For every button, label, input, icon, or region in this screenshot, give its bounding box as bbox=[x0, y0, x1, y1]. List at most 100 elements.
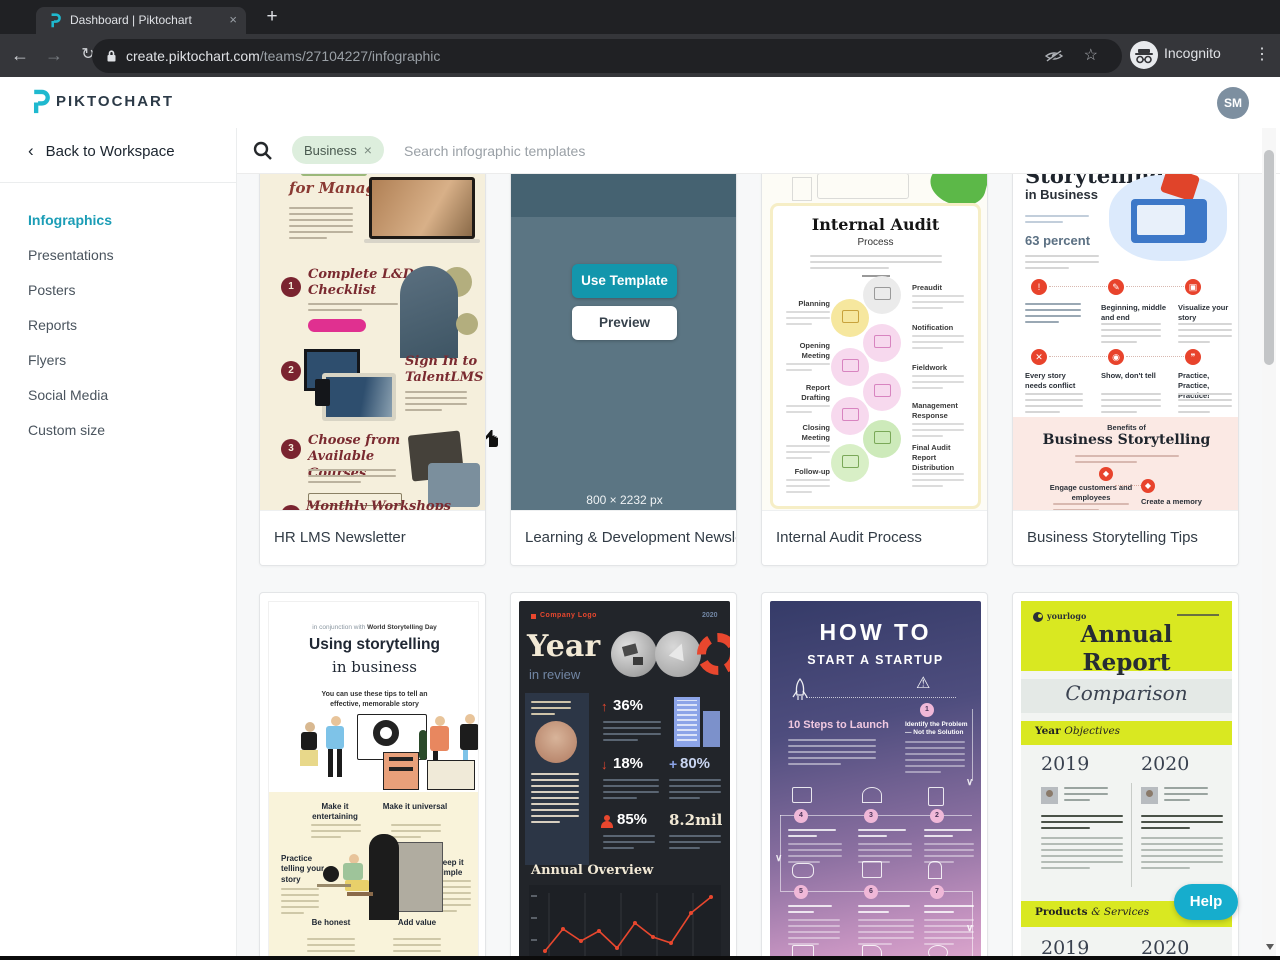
back-to-workspace-link[interactable]: ‹ Back to Workspace bbox=[28, 141, 175, 161]
browser-tab[interactable]: Dashboard | Piktochart × bbox=[36, 7, 246, 34]
sidebar-item-infographics[interactable]: Infographics bbox=[28, 212, 112, 228]
browser-menu-icon[interactable]: ⋮ bbox=[1250, 42, 1274, 68]
step-title-lines bbox=[924, 905, 974, 917]
step-title-lines bbox=[924, 829, 972, 841]
brand-wordmark[interactable]: PIKTOCHART bbox=[56, 93, 174, 110]
section-band-label: Products & Services bbox=[1035, 906, 1149, 918]
text-lines bbox=[912, 473, 964, 491]
bookmark-star-icon[interactable]: ☆ bbox=[1084, 45, 1098, 65]
template-card-learning-development[interactable]: Use Template Preview 800 × 2232 px Learn… bbox=[510, 174, 737, 566]
process-label: Notification bbox=[912, 323, 954, 332]
text-lines bbox=[912, 335, 964, 353]
template-card-storytelling-tips[interactable]: Storytelling in Business 63 percent ! ✎ … bbox=[1012, 174, 1239, 566]
tab-close-icon[interactable]: × bbox=[229, 7, 237, 34]
sidebar-item-flyers[interactable]: Flyers bbox=[28, 352, 66, 368]
template-card-using-storytelling[interactable]: in conjunction with World Storytelling D… bbox=[259, 592, 486, 957]
segmented-ring bbox=[697, 633, 730, 675]
search-input[interactable] bbox=[402, 134, 966, 168]
person-head bbox=[331, 716, 341, 726]
text-lines bbox=[603, 835, 655, 853]
text-lines bbox=[1101, 323, 1161, 347]
step-icon bbox=[928, 787, 944, 806]
scrollbar-thumb[interactable] bbox=[1264, 150, 1274, 365]
year-heading: 2020 bbox=[1141, 937, 1190, 957]
use-template-button[interactable]: Use Template bbox=[572, 264, 677, 298]
sketch-decor bbox=[792, 177, 812, 201]
benefit-title: Create a memory bbox=[1141, 497, 1202, 506]
step-circle: 3 bbox=[864, 809, 878, 823]
dotted-connector bbox=[1049, 356, 1107, 357]
person-head bbox=[465, 714, 475, 724]
text-lines bbox=[786, 363, 830, 375]
piktochart-logo-icon[interactable] bbox=[28, 89, 52, 121]
text-lines bbox=[289, 207, 353, 243]
process-circle-pink bbox=[831, 397, 869, 435]
sidebar-item-presentations[interactable]: Presentations bbox=[28, 247, 114, 263]
process-label: Closing Meeting bbox=[801, 423, 830, 442]
arch-photo bbox=[400, 266, 458, 358]
help-button[interactable]: Help bbox=[1174, 884, 1238, 920]
cabinet bbox=[383, 752, 419, 790]
stat-value: 80% bbox=[680, 755, 711, 772]
person-body bbox=[326, 726, 344, 749]
scrollbar-down-arrow[interactable] bbox=[1266, 944, 1274, 950]
company-logo-text: Company Logo bbox=[540, 612, 597, 619]
column-divider bbox=[1131, 783, 1132, 887]
process-label: Follow-up bbox=[794, 467, 830, 476]
text-lines bbox=[1101, 393, 1161, 417]
preview-button[interactable]: Preview bbox=[572, 306, 677, 340]
stat-value: 8.2mil bbox=[669, 811, 723, 829]
text-lines bbox=[405, 391, 467, 415]
process-label: Preaudit bbox=[912, 283, 943, 292]
year-heading: 2019 bbox=[1041, 753, 1090, 775]
text-lines bbox=[810, 255, 942, 273]
template-card-hr-lms[interactable]: for Managers 1 Complete L&D Checklist 2 bbox=[259, 174, 486, 566]
portrait-photo bbox=[535, 721, 577, 763]
text-lines bbox=[1164, 787, 1208, 805]
dotted-connector bbox=[1126, 356, 1184, 357]
sidebar-item-social-media[interactable]: Social Media bbox=[28, 387, 108, 403]
process-label: Opening Meeting bbox=[799, 341, 830, 360]
dotted-connector bbox=[1126, 286, 1184, 287]
reading-mode-hidden-icon[interactable] bbox=[1044, 49, 1064, 68]
text-lines bbox=[281, 888, 319, 918]
sidebar-item-reports[interactable]: Reports bbox=[28, 317, 77, 333]
back-icon[interactable]: ← bbox=[8, 42, 32, 68]
text-lines bbox=[1025, 255, 1099, 273]
template-card-year-in-review[interactable]: Company Logo 2020 Year in review ↑ 36% ↓ bbox=[510, 592, 737, 957]
sidebar-item-custom-size[interactable]: Custom size bbox=[28, 422, 105, 438]
template-card-internal-audit[interactable]: Internal Audit Process Planning Opening … bbox=[761, 174, 988, 566]
process-label: Planning bbox=[798, 299, 830, 308]
mouse-cursor bbox=[484, 428, 500, 453]
address-bar[interactable]: create.piktochart.com/teams/27104227/inf… bbox=[92, 39, 1122, 73]
text-lines bbox=[531, 773, 579, 827]
step-title-lines bbox=[788, 905, 832, 917]
decor-circle bbox=[456, 313, 478, 335]
donut-chart-illustration bbox=[373, 720, 399, 746]
text-lines bbox=[1041, 815, 1123, 833]
benefit-title: Engage customers and employees bbox=[1049, 483, 1133, 502]
person-leg bbox=[337, 749, 342, 777]
incognito-icon bbox=[1130, 41, 1158, 69]
tip-title: Every story needs conflict bbox=[1025, 371, 1076, 390]
text-lines bbox=[1178, 393, 1232, 417]
tip-title: Visualize your story bbox=[1178, 303, 1229, 322]
text-lines bbox=[788, 739, 876, 769]
sidebar-item-posters[interactable]: Posters bbox=[28, 282, 75, 298]
forward-icon[interactable]: → bbox=[42, 42, 66, 68]
filter-chip-business[interactable]: Business × bbox=[292, 136, 384, 164]
chip-remove-icon[interactable]: × bbox=[364, 142, 372, 158]
new-tab-button[interactable]: + bbox=[258, 3, 286, 31]
template-card-startup[interactable]: HOW TO START A STARTUP ⚠ 1 10 Steps to L… bbox=[761, 592, 988, 957]
kicker-bold: World Storytelling Day bbox=[367, 624, 437, 631]
year-label: 2020 bbox=[702, 612, 718, 619]
text-lines bbox=[912, 375, 964, 393]
text-lines bbox=[1025, 393, 1083, 417]
step-number: 2 bbox=[281, 361, 301, 381]
user-avatar[interactable]: SM bbox=[1217, 87, 1249, 119]
laptop-photo bbox=[322, 373, 396, 421]
text-lines bbox=[786, 311, 830, 329]
pin-icon: ◆ bbox=[1141, 479, 1155, 493]
thumb-heading: Annual bbox=[1080, 621, 1173, 648]
process-circle-gray bbox=[863, 276, 901, 314]
